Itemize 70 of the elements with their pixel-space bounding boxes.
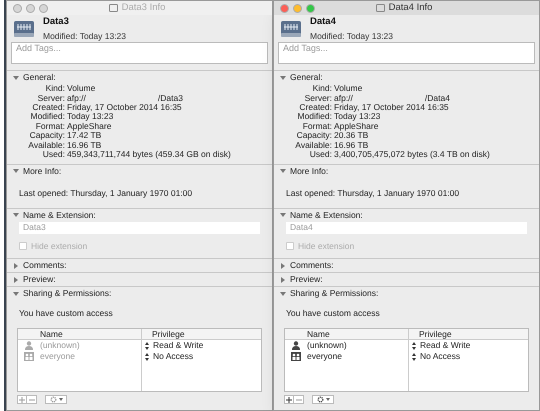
window-title: Data3 Info <box>122 1 166 15</box>
info-value: afp:// <box>67 94 86 104</box>
info-value: 459,343,711,744 bytes (459.34 GB on disk) <box>67 150 231 160</box>
info-value: Volume <box>67 84 96 94</box>
section-title[interactable]: More Info: <box>290 164 328 178</box>
column-header[interactable]: Name <box>18 329 142 340</box>
window-title: Data4 Info <box>388 1 432 15</box>
info-label: Modified: <box>30 112 65 122</box>
info-label: Used: <box>308 150 332 160</box>
column-header[interactable]: Privilege <box>409 329 452 340</box>
info-label: Capacity: <box>28 131 65 141</box>
info-value: Friday, 17 October 2014 16:35 <box>67 103 182 112</box>
info-value: /Data4 <box>424 94 450 104</box>
privilege-popup[interactable]: No Access <box>153 350 194 364</box>
section-title[interactable]: General: <box>23 71 56 84</box>
privilege-popup[interactable]: No Access <box>420 350 460 364</box>
info-label: Created: <box>31 103 65 112</box>
volume-name: Data3 <box>43 15 70 30</box>
section-title[interactable]: More Info: <box>23 164 62 178</box>
info-label: Used: <box>42 150 65 160</box>
info-value: AppleShare <box>334 122 378 132</box>
last-opened-text: Last opened: Thursday, 1 January 1970 01:00 <box>19 188 192 198</box>
info-value: 16.96 TB <box>334 140 368 150</box>
section-title[interactable]: General: <box>290 71 323 84</box>
info-label: Kind: <box>312 84 332 94</box>
info-value: Volume <box>334 84 362 94</box>
column-header[interactable]: Name <box>285 329 409 340</box>
info-value: 3,400,705,475,072 bytes (3.4 TB on disk) <box>334 150 490 160</box>
info-value: 20.36 TB <box>334 131 368 141</box>
info-value: AppleShare <box>67 122 112 132</box>
info-label: Kind: <box>44 84 65 94</box>
column-header[interactable]: Privilege <box>142 329 185 340</box>
last-opened-text: Last opened: Thursday, 1 January 1970 01:00 <box>286 188 460 198</box>
section-title[interactable]: Name & Extension: <box>23 208 96 222</box>
info-label: Server: <box>36 94 65 104</box>
tags-field[interactable]: Add Tags... <box>278 42 535 64</box>
modified-text: Modified: Today 13:23 <box>43 30 126 42</box>
volume-name: Data4 <box>310 15 337 30</box>
section-title[interactable]: Sharing & Permissions: <box>23 287 112 300</box>
access-text: You have custom access <box>19 308 113 318</box>
section-title[interactable]: Comments: <box>290 259 334 272</box>
info-label: Available: <box>27 140 65 150</box>
section-title[interactable]: Sharing & Permissions: <box>290 287 378 300</box>
info-value: 16.96 TB <box>67 140 102 150</box>
info-value: Today 13:23 <box>67 112 114 122</box>
permission-name: (unknown) <box>307 339 347 352</box>
info-value: /Data3 <box>158 94 183 104</box>
info-label: Created: <box>298 103 332 112</box>
privilege-popup[interactable]: Read & Write <box>153 339 204 352</box>
info-label: Capacity: <box>296 131 332 141</box>
info-label: Format: <box>34 122 65 132</box>
info-value: Friday, 17 October 2014 16:35 <box>334 103 449 112</box>
info-label: Modified: <box>296 112 332 122</box>
info-value: Today 13:23 <box>334 112 380 122</box>
permission-name: everyone <box>307 350 342 364</box>
permission-name: (unknown) <box>40 339 80 352</box>
info-label: Format: <box>302 122 332 132</box>
section-title[interactable]: Preview: <box>290 273 323 286</box>
access-text: You have custom access <box>286 308 380 318</box>
privilege-popup[interactable]: Read & Write <box>420 339 470 352</box>
info-value: afp:// <box>334 94 353 104</box>
section-title[interactable]: Preview: <box>23 273 56 286</box>
info-value: 17.42 TB <box>67 131 102 141</box>
tags-field[interactable]: Add Tags... <box>11 42 268 64</box>
modified-text: Modified: Today 13:23 <box>310 30 394 42</box>
permission-name: everyone <box>40 350 75 364</box>
section-title[interactable]: Name & Extension: <box>290 208 363 222</box>
info-label: Server: <box>304 94 332 104</box>
info-label: Available: <box>294 140 332 150</box>
section-title[interactable]: Comments: <box>23 259 66 272</box>
